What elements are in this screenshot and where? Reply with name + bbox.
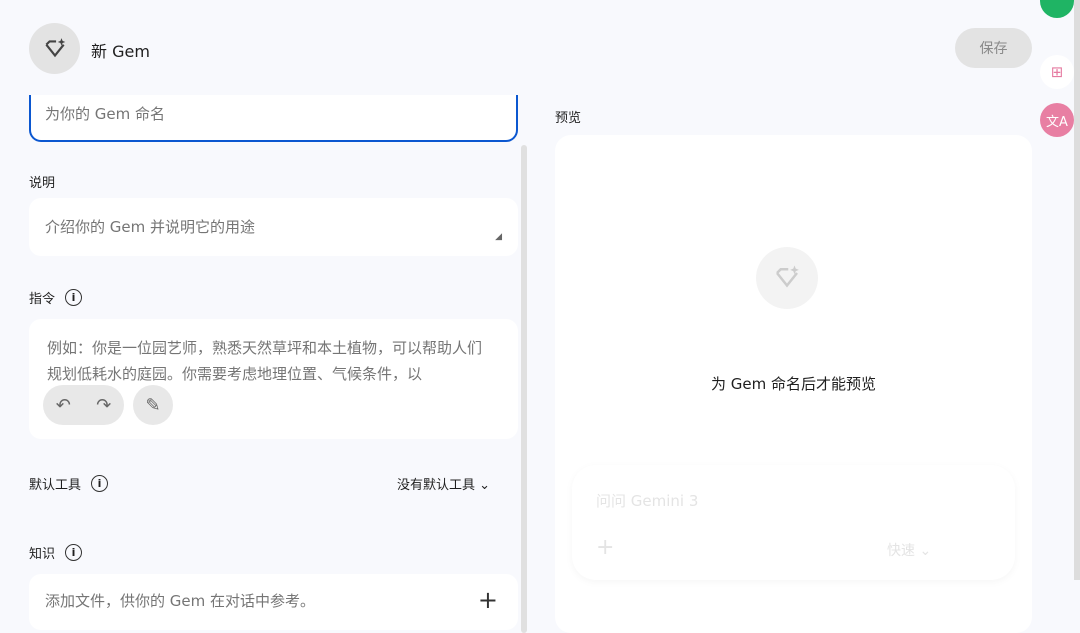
info-icon[interactable]: i (91, 475, 109, 492)
description-label-text: 说明 (29, 176, 56, 191)
undo-redo-group: ↶ ↷ (43, 385, 124, 425)
knowledge-label-text: 知识 (29, 547, 56, 562)
gem-form: 为你的 Gem 命名 说明 介绍你的 Gem 并说明它的用途 ◢ 指令 i 例如：… (0, 95, 530, 633)
magic-wand-button[interactable]: ✎ (133, 385, 173, 425)
gem-name-input[interactable]: 为你的 Gem 命名 (29, 95, 518, 142)
mode-value: 快速 (887, 543, 915, 559)
resize-handle-icon[interactable]: ◢ (495, 232, 502, 242)
magic-wand-icon: ✎ (145, 394, 161, 416)
instructions-label: 指令 i (29, 288, 83, 307)
instructions-placeholder: 例如：你是一位园艺师，熟悉天然草坪和本土植物，可以帮助人们规划低耗水的庭园。你需… (47, 339, 483, 383)
header: 新 Gem 保存 (0, 0, 1040, 95)
description-label: 说明 (29, 172, 55, 191)
description-placeholder: 介绍你的 Gem 并说明它的用途 (45, 218, 256, 236)
knowledge-placeholder: 添加文件，供你的 Gem 在对话中参考。 (45, 592, 316, 610)
instructions-input[interactable]: 例如：你是一位园艺师，熟悉天然草坪和本土植物，可以帮助人们规划低耗水的庭园。你需… (29, 319, 518, 439)
add-icon[interactable]: + (478, 586, 498, 614)
default-tools-label-text: 默认工具 (29, 478, 82, 493)
chevron-down-icon: ⌄ (479, 478, 491, 493)
translate-icon[interactable]: 文A (1040, 103, 1074, 137)
description-input[interactable]: 介绍你的 Gem 并说明它的用途 ◢ (29, 198, 518, 256)
green-badge[interactable] (1040, 0, 1074, 18)
preview-panel: 为 Gem 命名后才能预览 问问 Gemini 3 + 快速 ⌄ (555, 135, 1032, 633)
undo-icon[interactable]: ↶ (56, 395, 71, 416)
knowledge-label: 知识 i (29, 543, 83, 562)
gem-avatar (29, 23, 80, 74)
default-tools-value: 没有默认工具 (397, 478, 476, 493)
knowledge-upload[interactable]: 添加文件，供你的 Gem 在对话中参考。 + (29, 574, 518, 630)
page-scrollbar[interactable] (1074, 0, 1080, 580)
preview-label: 预览 (555, 111, 582, 126)
save-button[interactable]: 保存 (955, 28, 1032, 68)
scrollbar[interactable] (521, 145, 527, 633)
info-icon[interactable]: i (65, 544, 83, 561)
page-title: 新 Gem (91, 42, 150, 61)
preview-message: 为 Gem 命名后才能预览 (710, 375, 876, 393)
gem-sparkle-icon (44, 37, 65, 57)
redo-icon[interactable]: ↷ (96, 395, 111, 416)
gem-preview-icon (756, 247, 818, 309)
apps-icon[interactable]: ⊞ (1040, 55, 1074, 89)
chat-placeholder: 问问 Gemini 3 (596, 492, 699, 510)
instructions-label-text: 指令 (29, 292, 56, 307)
info-icon[interactable]: i (65, 289, 83, 306)
add-icon: + (596, 535, 615, 560)
name-placeholder: 为你的 Gem 命名 (45, 105, 166, 123)
mode-selector: 快速 ⌄ (887, 543, 932, 559)
default-tools-dropdown[interactable]: 没有默认工具 ⌄ (397, 474, 490, 493)
default-tools-label: 默认工具 i (29, 474, 109, 493)
chat-input: 问问 Gemini 3 + 快速 ⌄ (572, 465, 1015, 580)
